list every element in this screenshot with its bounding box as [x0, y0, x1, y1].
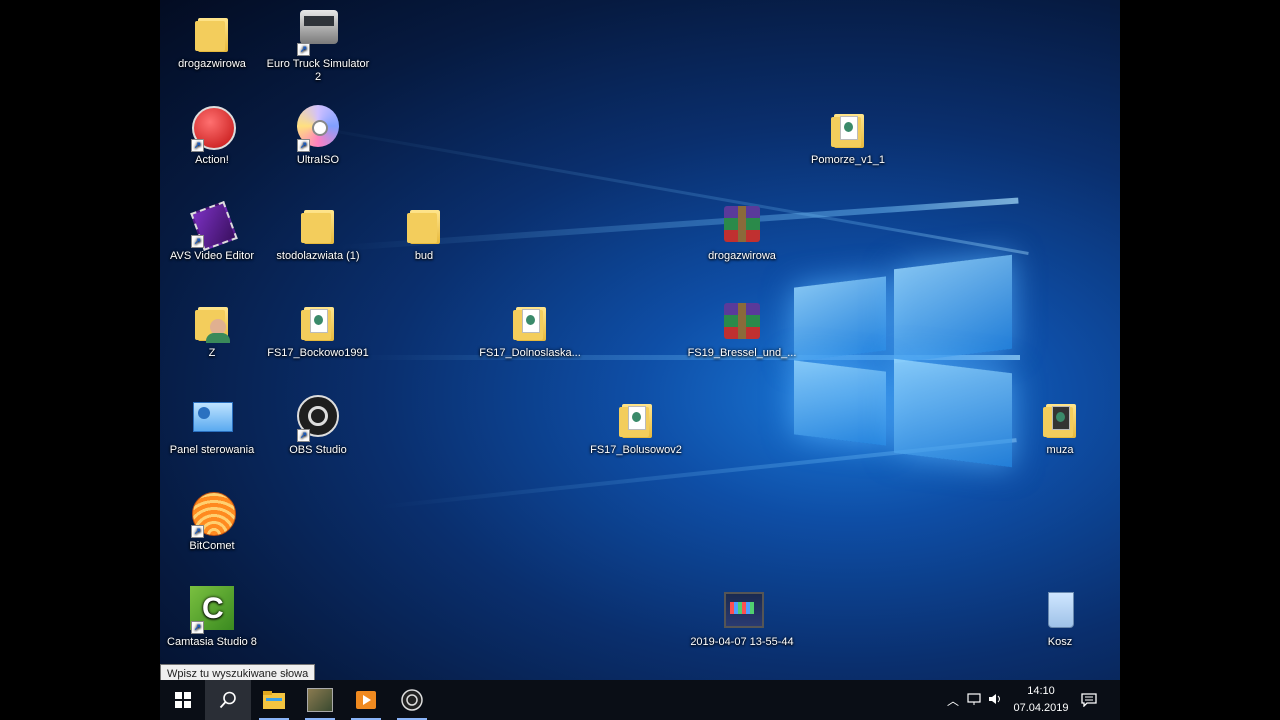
windows-logo-pane — [894, 254, 1012, 364]
icon-label: Action! — [195, 154, 229, 166]
media-player-icon — [356, 691, 376, 709]
windows-logo-pane — [794, 276, 886, 362]
icon-label: UltraISO — [296, 154, 340, 166]
folder-icon — [294, 297, 342, 345]
desktop-icon[interactable]: ↗ OBS Studio — [263, 394, 373, 457]
media-player-button[interactable] — [343, 680, 389, 720]
icon-label: stodolazwiata (1) — [276, 250, 360, 262]
desktop-icon[interactable]: FS17_Bolusowov2 — [581, 394, 691, 457]
icon-label: FS19_Bressel_und_... — [687, 347, 797, 359]
search-icon — [219, 691, 236, 709]
file-explorer-button[interactable] — [251, 680, 297, 720]
file-explorer-icon — [263, 691, 285, 709]
desktop-icon[interactable]: ↗ Action! — [160, 104, 267, 167]
desktop-icon[interactable]: FS17_Bockowo1991 — [263, 297, 373, 360]
desktop-icon[interactable]: ↗ UltraISO — [263, 104, 373, 167]
folder-icon — [188, 8, 236, 56]
desktop-icon[interactable]: Z — [160, 297, 267, 360]
desktop-icon[interactable]: ↗ Euro Truck Simulator 2 — [263, 8, 373, 84]
control-panel-icon — [188, 394, 236, 442]
icon-label: 2019-04-07 13-55-44 — [690, 636, 794, 648]
winrar-icon — [718, 297, 766, 345]
game-icon — [307, 688, 333, 712]
desktop-icon[interactable]: drogazwirowa — [687, 200, 797, 263]
folder-icon — [1036, 394, 1084, 442]
truck-icon: ↗ — [294, 8, 342, 56]
windows-logo-pane — [794, 360, 886, 446]
notification-icon — [1081, 693, 1097, 707]
folder-icon — [294, 200, 342, 248]
icon-label: OBS Studio — [289, 444, 347, 456]
desktop-icon[interactable]: stodolazwiata (1) — [263, 200, 373, 263]
clock-time: 14:10 — [1027, 685, 1055, 697]
start-icon — [175, 692, 191, 708]
desktop-icon[interactable]: C ↗ Camtasia Studio 8 — [160, 586, 267, 649]
icon-label: FS17_Dolnoslaska... — [479, 347, 581, 359]
desktop-icon[interactable]: 2019-04-07 13-55-44 — [687, 586, 797, 649]
icon-label: Pomorze_v1_1 — [811, 154, 885, 166]
clock-date: 07.04.2019 — [1013, 702, 1069, 714]
icon-label: muza — [1046, 444, 1074, 456]
system-tray: ︿ — [943, 680, 1007, 720]
bitcomet-icon: ↗ — [188, 490, 236, 538]
icon-label: Euro Truck Simulator 2 — [266, 58, 370, 83]
desktop-icon[interactable]: Panel sterowania — [160, 394, 267, 457]
search-button[interactable] — [205, 680, 251, 720]
folder-icon — [824, 104, 872, 152]
icon-label: drogazwirowa — [178, 58, 246, 70]
obs-taskbar-button[interactable] — [389, 680, 435, 720]
icon-label: BitComet — [189, 540, 235, 552]
desktop[interactable]: drogazwirowa ↗ Action! ↗ AVS Video Edito… — [160, 0, 1120, 720]
icon-label: Z — [208, 347, 216, 359]
desktop-icon[interactable]: bud — [369, 200, 479, 263]
icon-label: FS17_Bolusowov2 — [590, 444, 682, 456]
icon-label: bud — [414, 250, 434, 262]
desktop-icon[interactable]: muza — [1005, 394, 1115, 457]
disc-icon: ↗ — [294, 104, 342, 152]
user-folder-icon — [188, 297, 236, 345]
desktop-icon[interactable]: FS17_Dolnoslaska... — [475, 297, 585, 360]
start-button[interactable] — [160, 680, 206, 720]
film-icon: ↗ — [188, 200, 238, 251]
action-recorder-icon: ↗ — [188, 104, 236, 152]
desktop-icon[interactable]: Pomorze_v1_1 — [793, 104, 903, 167]
folder-icon — [400, 200, 448, 248]
icon-label: Panel sterowania — [169, 444, 255, 456]
video-file-icon — [718, 586, 766, 634]
desktop-icon[interactable]: drogazwirowa — [160, 8, 267, 71]
camtasia-icon: C ↗ — [188, 586, 236, 634]
icon-label: Camtasia Studio 8 — [167, 636, 257, 648]
winrar-icon — [718, 200, 766, 248]
icon-label: Kosz — [1047, 636, 1073, 648]
desktop-icon[interactable]: Kosz — [1005, 586, 1115, 649]
folder-icon — [612, 394, 660, 442]
desktop-icon[interactable]: ↗ BitComet — [160, 490, 267, 553]
notification-button[interactable] — [1066, 680, 1112, 720]
icon-label: drogazwirowa — [708, 250, 776, 262]
network-icon[interactable] — [963, 692, 985, 708]
clock[interactable]: 14:10 07.04.2019 — [1013, 683, 1069, 717]
game-button[interactable] — [297, 680, 343, 720]
desktop-icon[interactable]: ↗ AVS Video Editor — [160, 200, 267, 263]
taskbar: ︿ 14:10 07.04.2019 — [160, 680, 1120, 720]
volume-icon[interactable] — [985, 693, 1007, 708]
desktop-icon[interactable]: FS19_Bressel_und_... — [687, 297, 797, 360]
recycle-bin-icon — [1036, 586, 1084, 634]
obs-icon — [401, 689, 423, 711]
obs-icon: ↗ — [294, 394, 342, 442]
folder-icon — [506, 297, 554, 345]
windows-logo-pane — [894, 358, 1012, 468]
chevron-up-icon[interactable]: ︿ — [943, 692, 963, 709]
icon-label: AVS Video Editor — [170, 250, 254, 262]
icon-label: FS17_Bockowo1991 — [267, 347, 369, 359]
